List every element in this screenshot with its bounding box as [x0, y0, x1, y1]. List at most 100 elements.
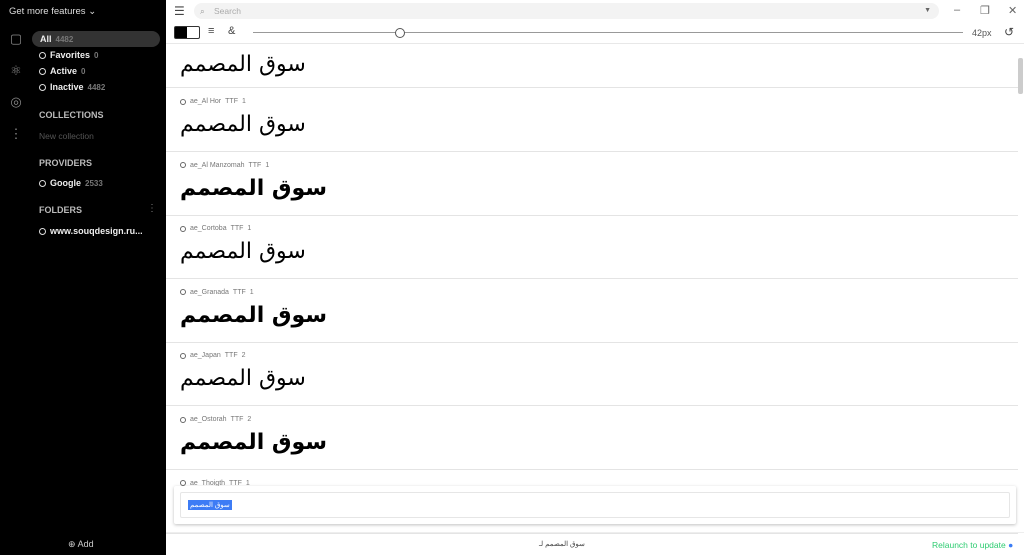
- minimize-button[interactable]: –: [954, 4, 960, 16]
- activate-toggle-icon[interactable]: [180, 98, 186, 105]
- label: All: [40, 34, 52, 44]
- label: Relaunch to update: [932, 540, 1006, 550]
- folder-item[interactable]: www.souqdesign.ru...: [39, 226, 143, 236]
- count: 0: [94, 50, 99, 60]
- preview-text-input[interactable]: سوق المصمم: [180, 492, 1010, 518]
- font-row[interactable]: ae_Al Hor TTF 1 سوق المصمم: [166, 88, 1018, 152]
- reset-icon[interactable]: ↺: [1004, 25, 1014, 39]
- preview-editor: سوق المصمم: [174, 486, 1016, 524]
- placeholder: Search: [214, 6, 241, 16]
- update-icon: ●: [1008, 540, 1014, 550]
- circle-icon: [39, 51, 46, 59]
- color-toggle[interactable]: [174, 26, 200, 39]
- activate-toggle-icon[interactable]: [180, 225, 186, 232]
- activate-toggle-icon[interactable]: [180, 352, 186, 359]
- font-format: TTF: [224, 352, 238, 360]
- font-name: ae_Al Manzomah: [190, 161, 245, 169]
- font-format: TTF: [230, 225, 244, 233]
- font-row[interactable]: ae_Japan TTF 2 سوق المصمم: [166, 342, 1018, 407]
- circle-icon: [39, 179, 46, 187]
- font-meta: ae_Al Manzomah TTF 1: [180, 162, 269, 169]
- status-bar: سوق المصمم لـ Relaunch to update ●: [166, 532, 1024, 555]
- font-row[interactable]: ae_Granada TTF 1 سوق المصمم: [166, 279, 1018, 343]
- font-count: 1: [249, 288, 254, 296]
- folders-more-icon[interactable]: ⋮: [147, 203, 157, 214]
- font-count: 1: [247, 225, 252, 233]
- restore-button[interactable]: ❐: [980, 4, 990, 17]
- font-row[interactable]: ae_Cortoba TTF 1 سوق المصمم: [166, 215, 1018, 280]
- activate-toggle-icon[interactable]: [180, 289, 186, 296]
- collections-heading: COLLECTIONS: [39, 110, 104, 120]
- glyph-icon[interactable]: &: [228, 25, 235, 37]
- filter-favorites[interactable]: Favorites 0: [39, 50, 98, 60]
- new-collection-button[interactable]: New collection: [39, 131, 94, 141]
- label: Google: [50, 178, 81, 188]
- circle-icon: [39, 83, 46, 91]
- toolbar: ≡ & 42px ↺: [166, 22, 1024, 44]
- circle-icon: [39, 227, 46, 235]
- size-value: 42px: [972, 28, 992, 38]
- fonts-icon[interactable]: ▢: [8, 31, 24, 47]
- label: Add: [77, 539, 94, 549]
- broadcast-icon[interactable]: ◎: [8, 94, 24, 110]
- filter-all[interactable]: All 4482: [40, 34, 73, 44]
- font-name: ae_Granada: [190, 288, 229, 296]
- layout-icon[interactable]: ☰: [174, 4, 185, 18]
- filter-active[interactable]: Active 0: [39, 66, 85, 76]
- selected-text: سوق المصمم: [188, 500, 232, 510]
- font-row[interactable]: ae_Al Manzomah TTF 1 سوق المصمم: [166, 152, 1018, 216]
- font-name: ae_Cortoba: [190, 225, 227, 233]
- activate-toggle-icon[interactable]: [180, 162, 186, 169]
- circle-icon: [39, 67, 46, 75]
- font-sample: سوق المصمم: [180, 430, 327, 455]
- status-text: سوق المصمم لـ: [539, 541, 585, 548]
- close-button[interactable]: ✕: [1008, 4, 1017, 17]
- count: 2533: [85, 178, 103, 188]
- font-meta: ae_Granada TTF 1: [180, 289, 254, 296]
- label: www.souqdesign.ru...: [50, 226, 143, 236]
- more-icon[interactable]: ⋮: [8, 126, 24, 142]
- font-sample: سوق المصمم: [180, 239, 306, 265]
- atom-icon[interactable]: ⚛: [8, 63, 24, 79]
- dropdown-icon[interactable]: ▼: [924, 3, 931, 19]
- label: Favorites: [50, 50, 91, 60]
- font-sample: سوق المصمم: [180, 175, 327, 201]
- filter-inactive[interactable]: Inactive 4482: [39, 82, 105, 92]
- count: 0: [81, 66, 86, 76]
- plus-icon: ⊕: [68, 539, 76, 549]
- activate-toggle-icon[interactable]: [180, 416, 186, 423]
- font-count: 1: [265, 161, 270, 169]
- font-count: 1: [241, 98, 246, 105]
- label: Inactive: [50, 82, 84, 92]
- font-name: ae_Al Hor: [190, 98, 222, 105]
- label: Active: [50, 66, 78, 76]
- size-slider-handle[interactable]: [395, 28, 405, 38]
- align-icon[interactable]: ≡: [208, 25, 214, 37]
- font-name: ae_Ostorah: [190, 416, 227, 423]
- font-sample: سوق المصمم: [180, 366, 306, 392]
- scrollbar[interactable]: [1018, 58, 1023, 94]
- font-format: TTF: [230, 416, 244, 423]
- search-icon: ⌕: [200, 6, 205, 16]
- count: 4482: [87, 82, 106, 92]
- font-format: TTF: [248, 161, 262, 169]
- get-more-features-button[interactable]: Get more features ⌄: [9, 6, 96, 17]
- folders-heading: FOLDERS: [39, 205, 83, 215]
- sidebar: Get more features ⌄ ▢ ⚛ ◎ ⋮ All 4482 Favo…: [0, 0, 166, 555]
- font-meta: ae_Japan TTF 2: [180, 352, 246, 359]
- add-button[interactable]: ⊕ Add: [68, 539, 94, 550]
- search-input[interactable]: ⌕ Search ▼: [194, 3, 939, 19]
- font-meta: ae_Cortoba TTF 1: [180, 225, 251, 232]
- font-meta: ae_Ostorah TTF 2: [180, 416, 251, 423]
- main: ☰ ⌕ Search ▼ – ❐ ✕ ≡ & 42px ↺ سوق المصمم ae…: [166, 0, 1024, 555]
- font-row[interactable]: سوق المصمم: [166, 44, 1018, 88]
- providers-heading: PROVIDERS: [39, 158, 93, 168]
- provider-google[interactable]: Google 2533: [39, 178, 103, 188]
- font-sample: سوق المصمم: [180, 112, 306, 137]
- font-row[interactable]: ae_Ostorah TTF 2 سوق المصمم: [166, 406, 1018, 470]
- font-count: 2: [247, 416, 252, 423]
- relaunch-button[interactable]: Relaunch to update ●: [932, 540, 1013, 550]
- size-slider[interactable]: [253, 32, 963, 33]
- font-format: TTF: [225, 98, 238, 105]
- font-count: 2: [241, 352, 246, 360]
